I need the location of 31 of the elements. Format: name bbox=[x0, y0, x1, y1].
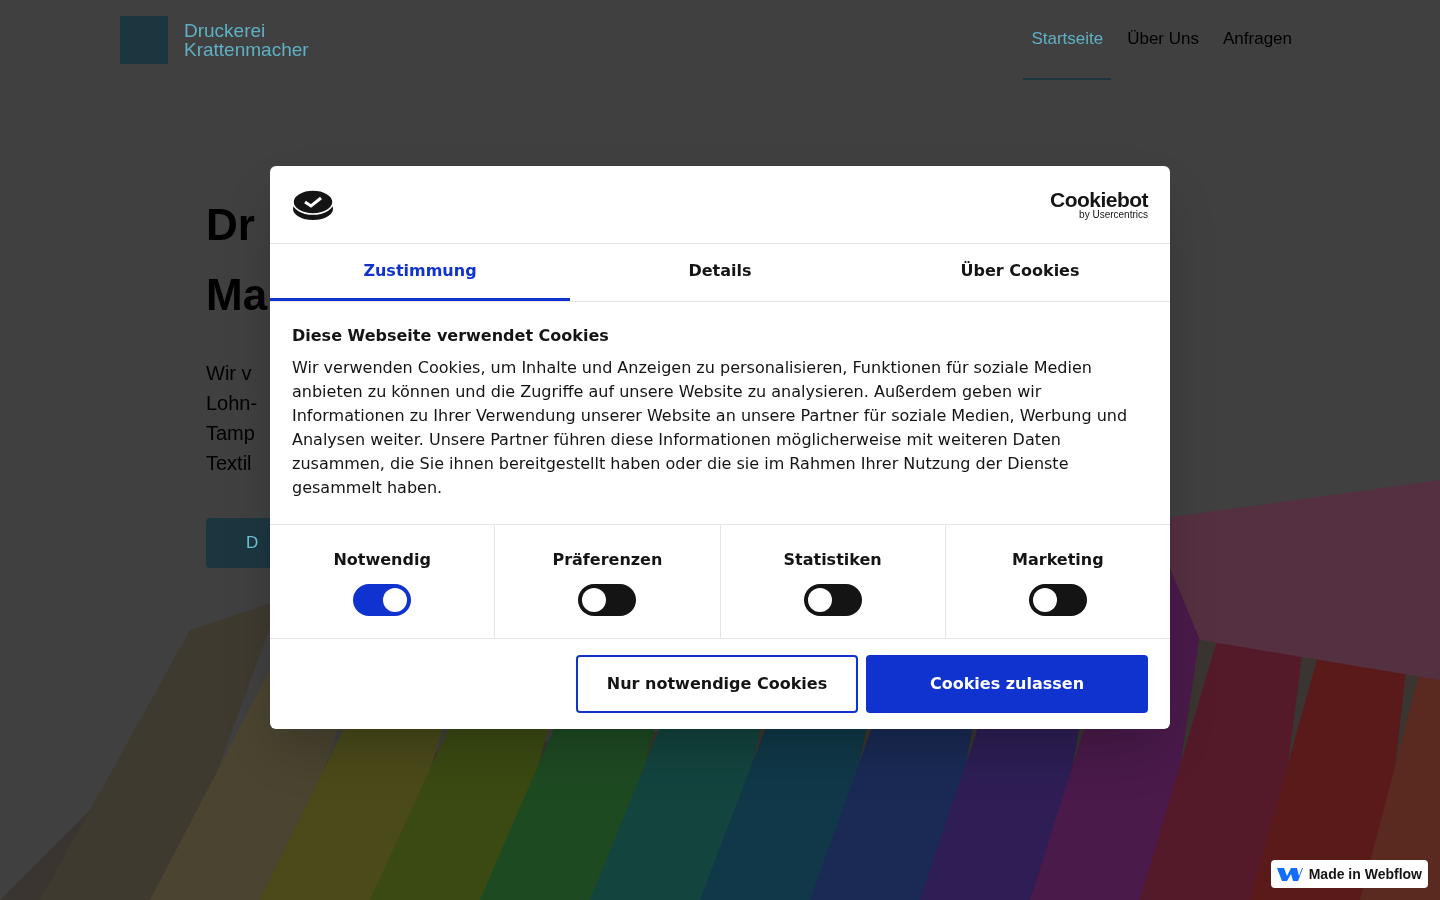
hero-text: Textil bbox=[206, 451, 252, 476]
dialog-button[interactable]: Nur notwendige Cookies bbox=[576, 655, 858, 713]
category-label: Marketing bbox=[1012, 548, 1104, 571]
hero-heading: Dr bbox=[206, 199, 255, 251]
toggle-switch[interactable] bbox=[1028, 583, 1087, 616]
hero-text: Wir v bbox=[206, 361, 252, 386]
brand-subtitle: by Usercentrics bbox=[1079, 210, 1148, 220]
dialog-button[interactable]: Cookies zulassen bbox=[866, 655, 1148, 713]
toggle-switch[interactable] bbox=[578, 583, 637, 616]
logo-icon bbox=[1276, 866, 1303, 882]
dialog-tab[interactable]: Über Cookies bbox=[870, 244, 1170, 301]
dialog-title: Diese Webseite verwendet Cookies bbox=[292, 325, 610, 347]
dialog-tab[interactable]: Zustimmung bbox=[270, 244, 570, 301]
category-label: Statistiken bbox=[783, 548, 882, 571]
hero-heading: Ma bbox=[206, 269, 268, 321]
category-label: Präferenzen bbox=[552, 548, 663, 571]
nav-link[interactable]: Startseite bbox=[1023, 0, 1112, 80]
hero-text: Tamp bbox=[206, 421, 255, 446]
category-label: Notwendig bbox=[333, 548, 431, 571]
toggle-switch[interactable] bbox=[353, 583, 412, 616]
dialog-tab[interactable]: Details bbox=[570, 244, 870, 301]
webflow-badge[interactable]: Made in Webflow bbox=[1270, 860, 1428, 888]
logo-text: Druckerei bbox=[184, 21, 267, 40]
logo-mark bbox=[120, 16, 168, 64]
logo-text: Krattenmacher bbox=[184, 40, 309, 59]
hero-button[interactable]: D bbox=[206, 518, 270, 568]
dialog-text: Wir verwenden Cookies, um Inhalte und Anzeigen zu personalisieren, Funktionen für soziale Medien anbieten zu können und die Zugriffe auf unsere Website zu analysieren. Außerdem geben wir Informationen zu Ihrer Verwendung unserer Website an unsere Partner für soziale Medien, Werbung und Analysen weiter. Unsere Partner führen diese Informationen möglicherweise mit weiteren Daten zusammen, die Sie ihnen bereitgestellt haben oder die sie im Rahmen Ihrer Nutzung der Dienste gesammelt haben. bbox=[292, 357, 1129, 499]
toggle-switch[interactable] bbox=[803, 583, 862, 616]
logo-icon bbox=[292, 188, 334, 221]
hero-text: Lohn- bbox=[206, 391, 258, 416]
brand-name: Cookiebot bbox=[1050, 189, 1148, 210]
